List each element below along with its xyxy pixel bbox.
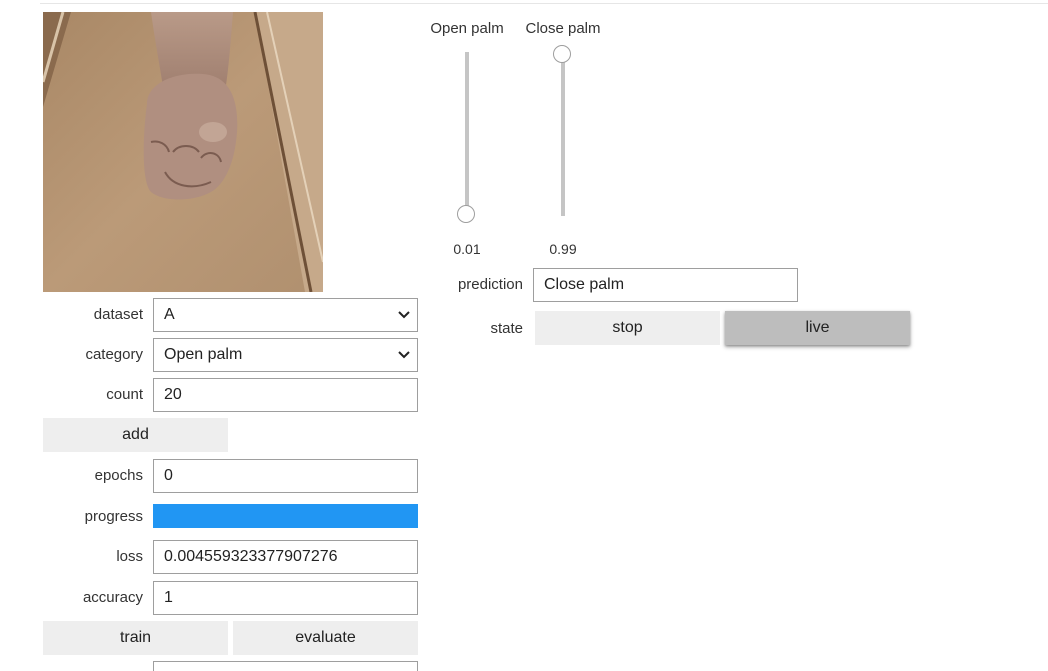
- train-button[interactable]: train: [43, 621, 228, 655]
- top-divider: [40, 3, 1048, 4]
- epochs-label: epochs: [94, 467, 143, 484]
- dataset-label: dataset: [93, 306, 143, 323]
- category-select[interactable]: Open palm: [153, 338, 418, 372]
- dataset-select[interactable]: A: [153, 298, 418, 332]
- next-field-partial: [153, 661, 418, 671]
- progress-row: progress: [43, 500, 418, 534]
- slider-close-palm: Close palm 0.99: [518, 20, 608, 260]
- slider-close-palm-label: Close palm: [525, 20, 601, 37]
- evaluate-button[interactable]: evaluate: [233, 621, 418, 655]
- stop-button[interactable]: stop: [535, 311, 720, 345]
- accuracy-row: accuracy 1: [43, 581, 418, 615]
- chevron-down-icon: [398, 311, 410, 319]
- slider-open-palm-value: 0.01: [453, 241, 481, 257]
- slider-close-palm-value: 0.99: [549, 241, 577, 257]
- loss-label: loss: [116, 548, 143, 565]
- slider-open-palm: Open palm 0.01: [422, 20, 512, 260]
- slider-close-palm-handle[interactable]: [553, 44, 571, 63]
- progress-bar: [153, 504, 418, 528]
- slider-open-palm-label: Open palm: [430, 20, 504, 37]
- loss-row: loss 0.004559323377907276: [43, 540, 418, 574]
- state-label: state: [490, 320, 523, 337]
- loss-value: 0.004559323377907276: [153, 540, 418, 574]
- prediction-label: prediction: [457, 276, 523, 293]
- accuracy-label: accuracy: [82, 589, 143, 606]
- prediction-value: Close palm: [533, 268, 798, 302]
- dataset-value: A: [164, 306, 175, 323]
- slider-open-palm-track[interactable]: [465, 52, 469, 216]
- chevron-down-icon: [398, 351, 410, 359]
- category-row: category Open palm: [43, 338, 418, 372]
- dataset-row: dataset A: [43, 298, 418, 332]
- camera-preview: [43, 12, 323, 292]
- count-label: count: [106, 386, 143, 403]
- hand-image: [43, 12, 323, 292]
- accuracy-value: 1: [153, 581, 418, 615]
- category-value: Open palm: [164, 346, 243, 363]
- count-input[interactable]: 20: [153, 378, 418, 412]
- live-button[interactable]: live: [725, 311, 910, 345]
- slider-open-palm-handle[interactable]: [457, 205, 475, 224]
- count-row: count 20: [43, 378, 418, 412]
- epochs-input[interactable]: 0: [153, 459, 418, 493]
- add-button[interactable]: add: [43, 418, 228, 452]
- slider-close-palm-track[interactable]: [561, 52, 565, 216]
- progress-label: progress: [84, 508, 143, 525]
- epochs-row: epochs 0: [43, 459, 418, 493]
- category-label: category: [85, 346, 143, 363]
